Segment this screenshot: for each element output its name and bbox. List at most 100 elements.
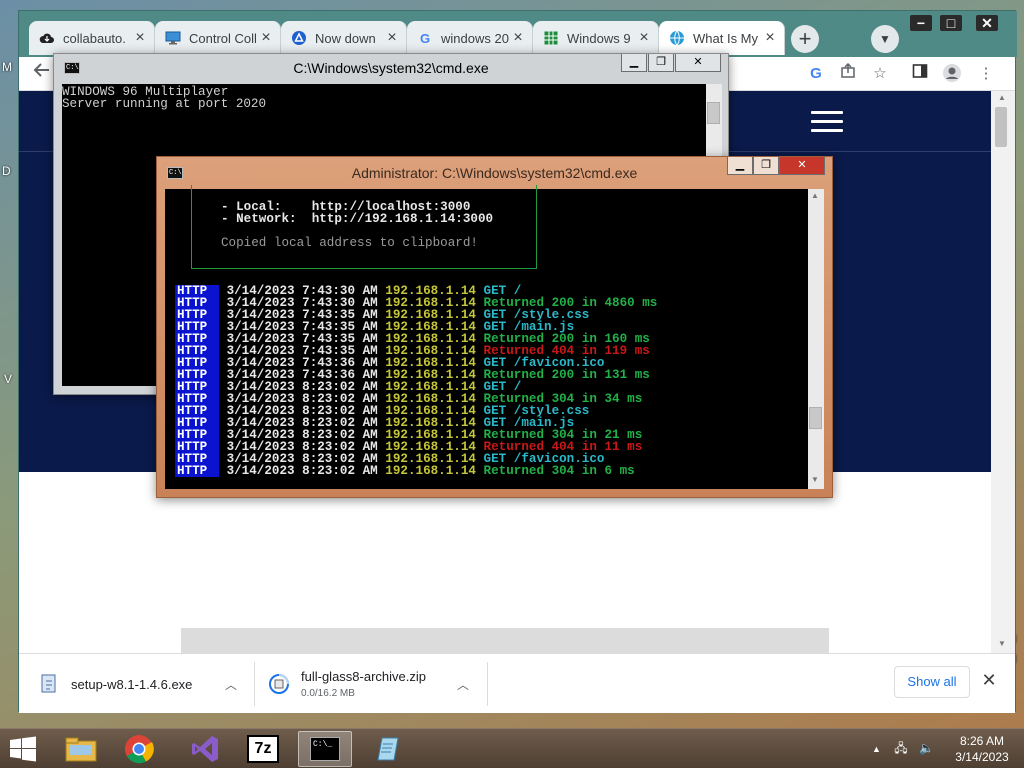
zip-file-icon — [269, 674, 289, 694]
show-hidden-icons-icon[interactable]: ▲ — [872, 744, 881, 754]
taskbar-7zip[interactable]: 7z — [236, 731, 290, 767]
close-icon: ✕ — [976, 15, 998, 31]
volume-icon[interactable]: 🔈 — [919, 741, 934, 755]
cloud-icon — [39, 30, 55, 46]
console-scrollbar-thumb[interactable] — [809, 407, 822, 429]
google-lens-icon[interactable]: G — [805, 63, 827, 85]
minimize-button[interactable]: − — [907, 13, 935, 33]
show-all-button[interactable]: Show all — [894, 666, 970, 698]
monitor-icon — [165, 30, 181, 46]
title-bar[interactable]: C:\ C:\Windows\system32\cmd.exe ▁ ❐ ✕ — [54, 54, 728, 84]
tab-label: Windows 9 — [567, 30, 631, 46]
tab-search-button[interactable]: ▼ — [871, 25, 899, 53]
tab-windows-9[interactable]: Windows 9 × — [533, 21, 659, 55]
share-icon[interactable] — [837, 62, 859, 85]
close-button[interactable]: ✕ — [779, 157, 825, 175]
log-timestamp: 3/14/2023 8:23:02 AM — [226, 464, 378, 478]
close-icon[interactable]: × — [132, 29, 148, 47]
scroll-up-arrow-icon[interactable]: ▲ — [811, 191, 819, 200]
windows-logo-icon — [10, 736, 36, 762]
download-filename: full-glass8-archive.zip — [301, 669, 426, 684]
triangle-logo-icon — [291, 30, 307, 46]
downloads-bar: setup-w8.1-1.4.6.exe ︿ full-glass8-archi… — [19, 653, 1015, 713]
scroll-down-arrow-icon[interactable]: ▼ — [995, 639, 1009, 648]
console-scrollbar-thumb[interactable] — [707, 102, 720, 124]
close-icon[interactable]: × — [762, 29, 778, 47]
desktop-label-fragment: V — [4, 372, 13, 386]
minimize-button[interactable]: ▁ — [727, 157, 753, 175]
chevron-up-icon[interactable]: ︿ — [457, 676, 469, 693]
download-filename: setup-w8.1-1.4.6.exe — [71, 676, 193, 692]
tab-control-collection[interactable]: Control Coll × — [155, 21, 281, 55]
server-info-box — [191, 185, 537, 269]
download-item[interactable]: full-glass8-archive.zip 0.0/16.2 MB ︿ — [269, 662, 479, 706]
scroll-up-arrow-icon[interactable]: ▲ — [995, 93, 1009, 102]
maximize-button[interactable]: □ — [937, 13, 965, 33]
download-item[interactable]: setup-w8.1-1.4.6.exe ︿ — [39, 662, 249, 706]
kebab-menu-icon[interactable]: ⋮ — [975, 63, 997, 85]
tab-now-downloading[interactable]: Now down × — [281, 21, 407, 55]
side-panel-icon[interactable] — [909, 63, 931, 85]
taskbar: 7z C:\_ ▲ 🖧 🔈 8:26 AM 3/14/2023 — [0, 728, 1024, 768]
clock-date: 3/14/2023 — [955, 750, 1009, 764]
scroll-down-arrow-icon[interactable]: ▼ — [811, 475, 819, 484]
log-message: Returned 304 in 6 ms — [483, 464, 635, 478]
page-scrollbar[interactable] — [991, 91, 1015, 653]
console-line: Server running at port 2020 — [62, 97, 267, 111]
tab-label: What Is My — [693, 30, 759, 46]
installer-file-icon — [39, 674, 59, 694]
clock-time: 8:26 AM — [959, 734, 1005, 748]
taskbar-notepad[interactable] — [362, 731, 416, 767]
taskbar-visual-studio[interactable] — [178, 731, 232, 767]
tab-google-search[interactable]: G windows 20 × — [407, 21, 533, 55]
minimize-icon: − — [910, 15, 932, 31]
bookmark-star-icon[interactable]: ☆ — [869, 63, 891, 85]
tab-label: collabauto. — [63, 30, 126, 46]
tab-strip: collabauto. × Control Coll × Now down × … — [19, 11, 1017, 57]
start-button[interactable] — [8, 735, 40, 763]
clock[interactable]: 8:26 AM 3/14/2023 — [950, 733, 1014, 765]
log-ip: 192.168.1.14 — [385, 464, 476, 478]
page-scrollbar-thumb[interactable] — [995, 107, 1007, 147]
back-button[interactable] — [29, 61, 55, 87]
back-arrow-icon — [33, 63, 49, 77]
network-label: - Network: — [221, 212, 297, 226]
log-row: HTTP 3/14/2023 8:23:02 AM 192.168.1.14 R… — [175, 465, 635, 477]
console-scrollbar[interactable]: ▲ ▼ — [808, 189, 824, 489]
taskbar-chrome[interactable] — [112, 731, 166, 767]
cmd-window-administrator[interactable]: C:\ Administrator: C:\Windows\system32\c… — [156, 156, 833, 498]
close-button[interactable]: ✕ — [675, 54, 721, 72]
system-tray: ▲ 🖧 🔈 — [872, 739, 934, 760]
tab-label: Now down — [315, 30, 376, 46]
console-line: Copied local address to clipboard! — [221, 236, 478, 250]
chevron-up-icon[interactable]: ︿ — [225, 676, 237, 693]
close-icon[interactable]: × — [636, 29, 652, 47]
hamburger-menu-icon[interactable] — [811, 111, 843, 133]
close-downloads-button[interactable]: ✕ — [979, 668, 999, 692]
network-url[interactable]: http://192.168.1.14:3000 — [312, 212, 493, 226]
close-icon[interactable]: × — [384, 29, 400, 47]
taskbar-file-explorer[interactable] — [54, 731, 108, 767]
taskbar-cmd[interactable]: C:\_ — [298, 731, 352, 767]
visual-studio-icon — [192, 736, 218, 762]
maximize-button[interactable]: ❐ — [648, 54, 674, 72]
close-window-button[interactable]: ✕ — [973, 13, 1001, 33]
tab-what-is-my[interactable]: What Is My × — [659, 21, 785, 55]
tab-label: Control Coll — [189, 30, 257, 46]
tab-collabauto[interactable]: collabauto. × — [29, 21, 155, 55]
maximize-button[interactable]: ❐ — [753, 157, 779, 175]
console-output: - Local: http://localhost:3000 - Network… — [165, 185, 809, 489]
divider — [487, 662, 488, 706]
desktop-label-fragment: D — [2, 164, 11, 178]
close-icon[interactable]: × — [258, 29, 274, 47]
notepad-icon — [377, 737, 399, 761]
network-icon[interactable]: 🖧 — [894, 741, 907, 755]
cmd-icon: C:\_ — [310, 737, 340, 761]
title-bar[interactable]: C:\ Administrator: C:\Windows\system32\c… — [157, 157, 832, 187]
new-tab-button[interactable]: + — [791, 25, 819, 53]
profile-avatar-icon[interactable] — [941, 63, 963, 85]
close-icon[interactable]: × — [510, 29, 526, 47]
minimize-button[interactable]: ▁ — [621, 54, 647, 72]
chrome-icon — [125, 735, 154, 764]
7zip-icon: 7z — [247, 735, 279, 763]
